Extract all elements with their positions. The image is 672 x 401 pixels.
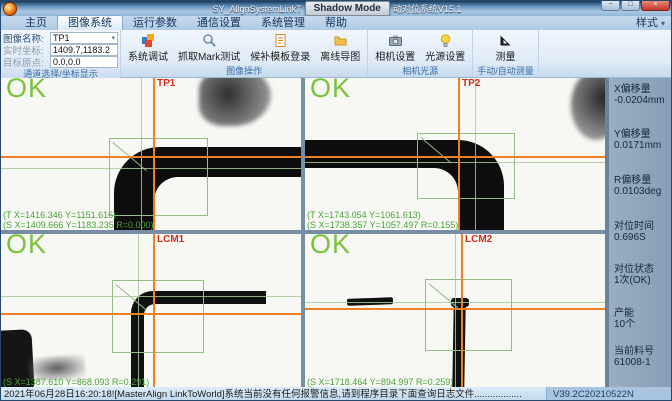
crosshair-v [458,78,460,230]
title-bar: SY_AlignSystemLinkT Shadow Mode 动对位系统V15… [1,1,672,16]
status-ok: OK [310,234,351,260]
tab-help[interactable]: 帮助 [315,16,357,30]
crosshair-v [153,78,155,230]
window-title-right: 动对位系统V15.1 [393,2,462,15]
group-label-measure: 手动/自动测量 [473,65,538,77]
camera-label: TP1 [157,78,175,89]
camera-grid: OK TP1 (T X=1416.346 Y=1151.616) (S X=14… [1,78,672,387]
part-number-label: 当前料号 [614,346,654,357]
camera-view-tp2[interactable]: OK TP2 (T X=1743.054 Y=1061.613) (S X=17… [305,78,605,230]
camera-label: LCM2 [465,234,492,245]
image-name-select[interactable]: TP1 ▾ [50,32,118,44]
style-menu[interactable]: 样式 ▾ [636,17,665,30]
coord-readout: (T X=1416.346 Y=1151.616) (S X=1409.666 … [3,211,154,230]
maximize-button[interactable]: □ [621,1,640,11]
system-debug-button[interactable]: 系统调试 [123,31,173,63]
shadow-mode-badge: Shadow Mode [305,1,390,16]
camera-settings-button[interactable]: 相机设置 [370,31,420,63]
gray-blob [199,78,271,126]
align-time-value: 0.696S [614,232,654,243]
result-sidebar: X偏移量 -0.0204mm Y偏移量 0.0171mm R偏移量 0.0103… [609,78,672,387]
capacity-label: 产能 [614,308,635,319]
crosshair-h [1,156,301,158]
tab-home[interactable]: 主页 [15,16,57,30]
app-logo-icon [3,2,17,16]
status-bar: 2021年06月28日16:20:18![MasterAlign LinkToW… [1,387,672,401]
crosshair-h [1,313,301,315]
roi-box [112,280,204,353]
folder-icon [333,32,348,48]
live-coord-field[interactable]: 1409.7,1183.2 [50,44,118,56]
tab-system-mgmt[interactable]: 系统管理 [251,16,315,30]
grab-mark-test-button[interactable]: 抓取Mark测试 [173,31,245,63]
menu-tab-bar: 主页 图像系统 运行参数 通信设置 系统管理 帮助 样式 ▾ [1,16,672,30]
y-offset-label: Y偏移量 [614,129,661,140]
align-status-label: 对位状态 [614,264,654,275]
cube-icon [141,32,156,48]
crosshair-h [305,156,605,158]
roi-box [109,138,208,216]
camera-icon [388,32,403,48]
group-label-camera-light: 相机光源 [368,65,472,77]
light-settings-button[interactable]: 光源设置 [420,31,470,63]
group-image-ops: 系统调试 抓取Mark测试 候补模板登录 [121,30,368,77]
crosshair-v [153,234,155,387]
crosshair-h [305,308,605,310]
group-channel-coords: 图像名称: TP1 ▾ 实时坐标: 1409.7,1183.2 目标原点: [1,30,121,77]
r-offset-label: R偏移量 [614,175,661,186]
divider-horizontal [1,230,605,234]
tab-comm-settings[interactable]: 通信设置 [187,16,251,30]
tab-image-system[interactable]: 图像系统 [57,15,123,30]
camera-label: LCM1 [157,234,184,245]
coord-readout: (S X=1387.610 Y=868.093 R=0.291) [3,378,149,388]
tab-run-params[interactable]: 运行参数 [123,16,187,30]
offline-image-button[interactable]: 离线导图 [315,31,365,63]
coord-readout: (S X=1718.464 Y=894.997 R=0.259) [307,378,453,388]
x-offset-value: -0.0204mm [614,95,665,106]
x-offset-label: X偏移量 [614,84,665,95]
target-origin-label: 目标原点: [3,55,50,69]
align-status-value: 1次(OK) [614,275,654,286]
camera-view-tp1[interactable]: OK TP1 (T X=1416.346 Y=1151.616) (S X=14… [1,78,301,230]
minimize-button[interactable]: − [601,1,620,11]
camera-view-lcm2[interactable]: OK LCM2 (S X=1718.464 Y=894.997 R=0.259) [305,234,605,387]
part-number-value: 61008-1 [614,357,654,368]
y-offset-value: 0.0171mm [614,140,661,151]
chevron-down-icon: ▾ [661,19,665,28]
r-offset-value: 0.0103deg [614,186,661,197]
coord-readout: (T X=1743.054 Y=1061.613) (S X=1738.357 … [307,211,458,230]
ribbon-filler [539,30,672,77]
status-ok: OK [6,234,47,260]
gray-blob [571,78,605,140]
crosshair-v [461,234,463,387]
app-window: SY_AlignSystemLinkT Shadow Mode 动对位系统V15… [0,0,672,401]
magnifier-icon [202,32,217,48]
document-icon [273,32,288,48]
group-camera-light: 相机设置 光源设置 相机光源 [368,30,473,77]
ribbon-toolbar: 图像名称: TP1 ▾ 实时坐标: 1409.7,1183.2 目标原点: [1,30,672,78]
camera-view-lcm1[interactable]: OK LCM1 (S X=1387.610 Y=868.093 R=0.291) [1,234,301,387]
capacity-value: 10个 [614,319,635,330]
status-ok: OK [6,78,47,104]
group-measure: 测量 手动/自动测量 [473,30,539,77]
roi-box [417,133,515,199]
group-label-image-ops: 图像操作 [121,65,367,77]
status-ok: OK [310,78,351,104]
target-origin-field[interactable]: 0.0,0.0 [50,56,118,68]
version-label: V39.2C20210522N [546,387,672,401]
measure-button[interactable]: 测量 [490,31,520,63]
lightbulb-icon [438,32,453,48]
close-button[interactable]: × [641,1,670,11]
dropdown-caret-icon: ▾ [111,34,115,42]
align-time-label: 对位时间 [614,221,654,232]
set-square-icon [498,32,513,48]
status-message: 2021年06月28日16:20:18![MasterAlign LinkToW… [1,389,522,400]
backup-template-login-button[interactable]: 候补模板登录 [245,31,315,63]
window-title-left: SY_AlignSystemLinkT [213,4,302,14]
camera-label: TP2 [462,78,480,89]
